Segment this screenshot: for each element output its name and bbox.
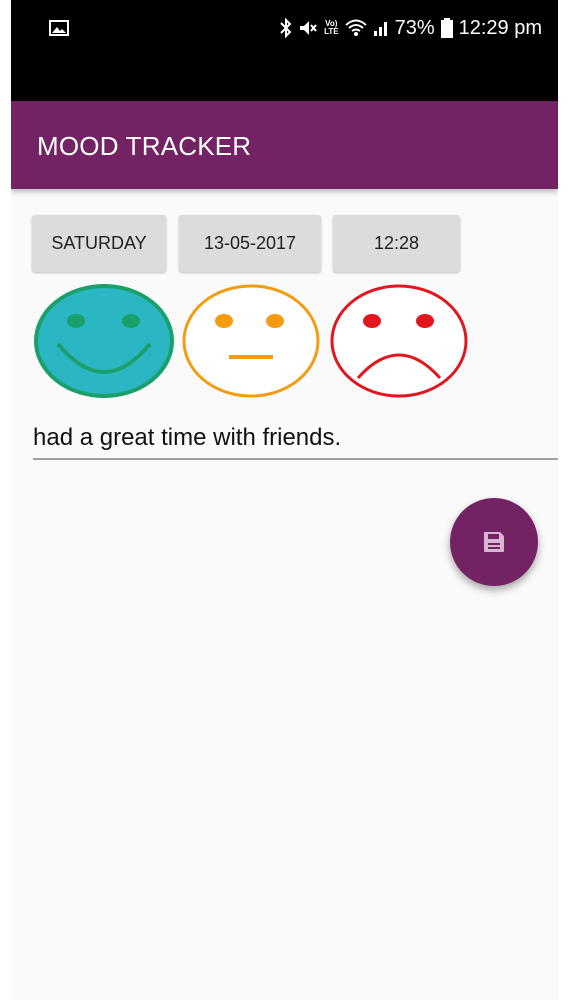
note-input[interactable]: had a great time with friends. xyxy=(33,424,558,452)
battery-icon xyxy=(440,18,453,38)
mute-icon xyxy=(300,21,317,35)
signal-icon xyxy=(373,22,387,36)
neutral-face-icon[interactable] xyxy=(180,282,322,400)
note-underline xyxy=(33,458,558,460)
gallery-icon xyxy=(49,20,69,36)
volte-icon: Vo) LTE xyxy=(324,19,339,36)
app-screen: Vo) LTE 73% 12:29 pm MOOD TRACKER SATURD… xyxy=(11,0,558,1000)
date-button[interactable]: 13-05-2017 xyxy=(179,215,321,272)
wifi-icon xyxy=(344,19,367,36)
happy-face-icon[interactable] xyxy=(33,282,175,400)
app-title: MOOD TRACKER xyxy=(37,131,252,161)
sad-face-icon[interactable] xyxy=(328,282,470,400)
day-button[interactable]: SATURDAY xyxy=(32,215,166,272)
status-bar: Vo) LTE 73% 12:29 pm xyxy=(11,0,558,101)
mood-selector xyxy=(11,282,558,402)
battery-percent: 73% xyxy=(394,16,435,39)
save-button[interactable] xyxy=(450,498,538,586)
save-icon xyxy=(484,532,504,552)
time-button[interactable]: 12:28 xyxy=(333,215,460,272)
bluetooth-icon xyxy=(280,18,292,38)
app-bar: MOOD TRACKER xyxy=(11,101,558,189)
clock: 12:29 pm xyxy=(458,16,542,39)
